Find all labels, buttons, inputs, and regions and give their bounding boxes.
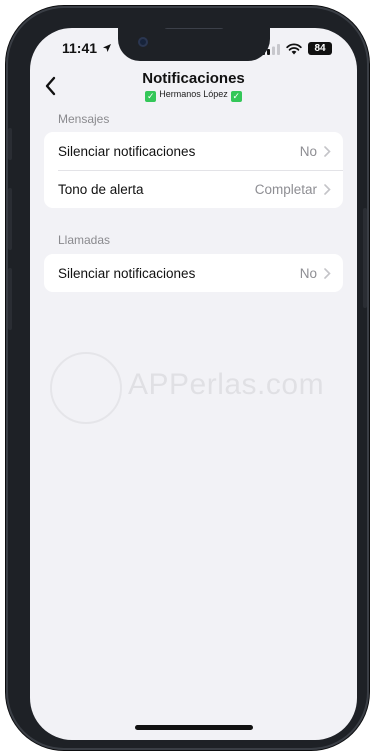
watermark-text: APPerlas.com [128, 368, 325, 401]
screen: 11:41 84 Notificaciones ✓ Hermanos López… [30, 28, 357, 740]
battery-level: 84 [314, 43, 326, 54]
row-value: Completar [254, 181, 317, 197]
row-value: No [299, 143, 317, 159]
row-label: Silenciar notificaciones [58, 265, 196, 281]
chevron-right-icon [324, 183, 331, 195]
row-value: No [299, 265, 317, 281]
page-title: Notificaciones [142, 70, 245, 87]
chevron-right-icon [324, 145, 331, 157]
volume-down-button [8, 268, 12, 330]
side-button [363, 208, 367, 308]
row-label: Tono de alerta [58, 181, 144, 197]
contact-name: Hermanos López [159, 89, 228, 99]
battery-icon: 84 [308, 42, 332, 55]
watermark-apple-logo [50, 352, 122, 424]
row-label: Silenciar notificaciones [58, 143, 196, 159]
camera-icon [138, 37, 148, 47]
settings-group-calls: Silenciar notificaciones No [44, 254, 343, 292]
mute-switch [8, 128, 12, 160]
location-arrow-icon [103, 44, 111, 52]
wifi-icon [286, 43, 302, 55]
home-indicator[interactable] [135, 725, 253, 730]
chevron-right-icon [324, 267, 331, 279]
notch [118, 28, 270, 61]
row-mute-messages[interactable]: Silenciar notificaciones No [44, 132, 343, 170]
contact-subtitle[interactable]: ✓ Hermanos López ✓ [30, 89, 357, 102]
section-header-messages: Mensajes [58, 112, 110, 126]
phone-frame: 11:41 84 Notificaciones ✓ Hermanos López… [6, 6, 369, 750]
check-mark-button-icon: ✓ [230, 91, 242, 102]
row-mute-calls[interactable]: Silenciar notificaciones No [44, 254, 343, 292]
status-time: 11:41 [62, 40, 98, 56]
check-mark-button-icon: ✓ [145, 91, 157, 102]
volume-up-button [8, 188, 12, 250]
section-header-calls: Llamadas [58, 233, 111, 247]
speaker-grill [164, 28, 224, 29]
settings-group-messages: Silenciar notificaciones No Tono de aler… [44, 132, 343, 208]
row-alert-tone[interactable]: Tono de alerta Completar [44, 170, 343, 208]
